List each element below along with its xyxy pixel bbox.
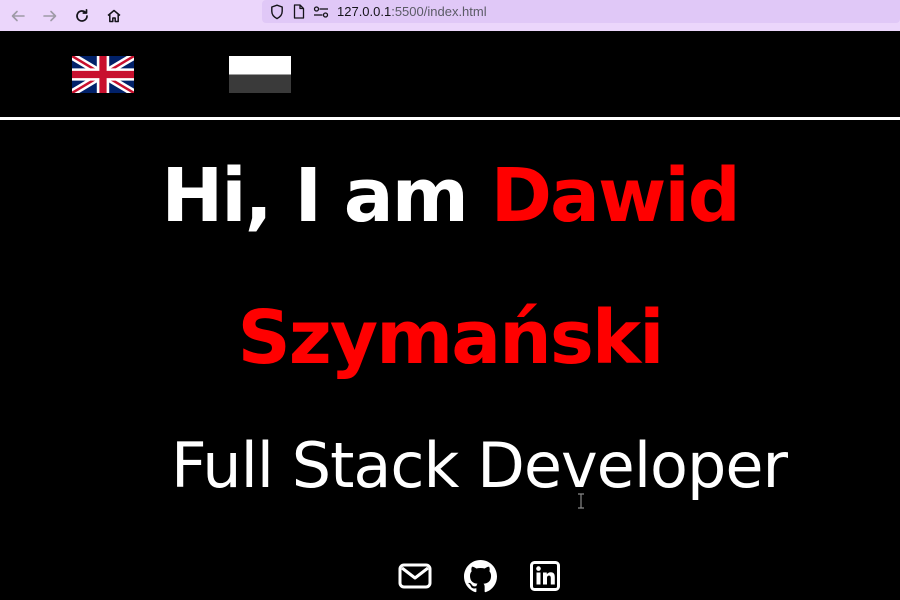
- hero-name-line: Szymański: [0, 290, 900, 386]
- page-icon[interactable]: [289, 2, 309, 22]
- social-links: [0, 558, 900, 594]
- home-icon: [107, 9, 121, 22]
- url-host: 127.0.0.1: [337, 4, 392, 19]
- permissions-icon[interactable]: [311, 2, 331, 22]
- reload-button[interactable]: [68, 4, 96, 28]
- mail-icon: [398, 563, 432, 589]
- arrow-left-icon: [11, 10, 25, 21]
- hero-role: Full Stack Developer: [171, 429, 788, 502]
- home-button[interactable]: [100, 4, 128, 28]
- reload-icon: [76, 8, 88, 22]
- url-bar[interactable]: 127.0.0.1:5500/index.html: [262, 0, 900, 23]
- back-button[interactable]: [4, 4, 32, 28]
- url-path: :5500/index.html: [391, 4, 487, 19]
- hero-first-name: Dawid: [490, 153, 741, 239]
- shield-icon[interactable]: [267, 2, 287, 22]
- github-link[interactable]: [462, 558, 498, 594]
- email-link[interactable]: [397, 558, 433, 594]
- hero-last-name: Szymański: [237, 295, 665, 381]
- forward-button[interactable]: [36, 4, 64, 28]
- header-divider: [0, 117, 900, 120]
- poland-flag-icon[interactable]: [229, 56, 291, 93]
- browser-toolbar: 127.0.0.1:5500/index.html: [0, 0, 900, 31]
- language-switcher: [0, 31, 900, 117]
- arrow-right-icon: [43, 10, 57, 21]
- url-text[interactable]: 127.0.0.1:5500/index.html: [337, 4, 487, 19]
- linkedin-icon: [530, 561, 560, 591]
- uk-flag-icon[interactable]: [70, 52, 136, 97]
- hero-greeting: Hi, I am: [161, 153, 491, 239]
- linkedin-link[interactable]: [527, 558, 563, 594]
- page-content: Hi, I am Dawid Szymański Full Stack Deve…: [0, 31, 900, 600]
- hero-greeting-line: Hi, I am Dawid: [0, 148, 900, 244]
- github-icon: [463, 559, 497, 592]
- text-cursor-icon: [578, 493, 584, 509]
